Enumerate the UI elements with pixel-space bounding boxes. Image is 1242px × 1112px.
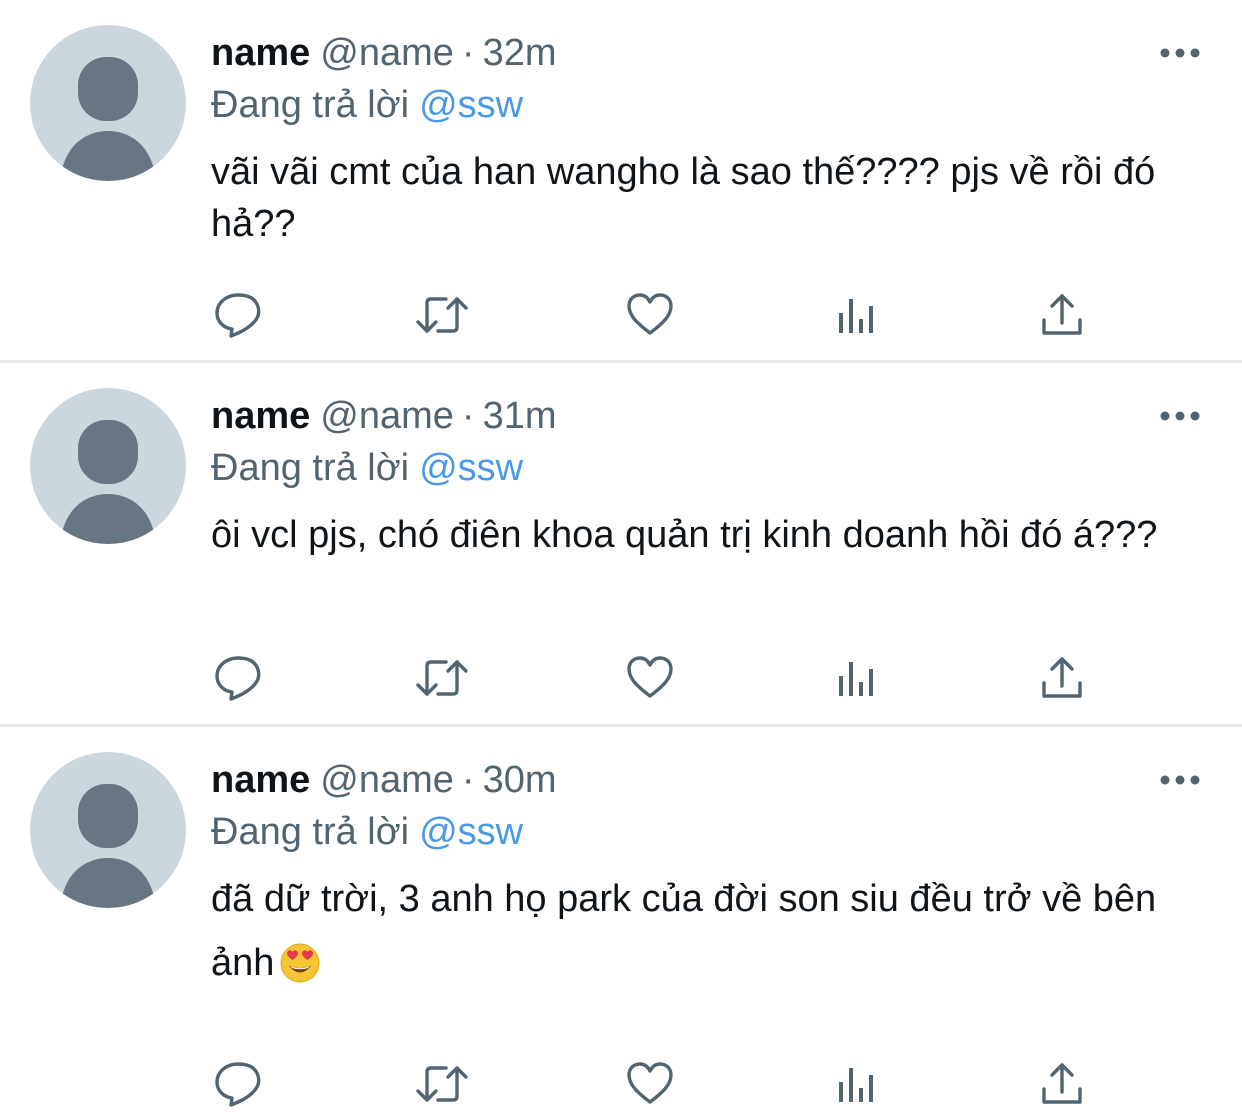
mention-link[interactable]: @ssw <box>419 84 523 126</box>
mention-link[interactable]: @ssw <box>419 811 523 853</box>
views-bar-chart-icon <box>839 662 873 696</box>
share-upload-icon <box>1042 657 1082 698</box>
more-options-button[interactable] <box>1158 765 1202 795</box>
tweet-text-container: đã dữ trời, 3 anh họ park của đời son si… <box>211 867 1201 1003</box>
mention-link[interactable]: @ssw <box>419 447 523 489</box>
tweet-actions <box>210 650 1090 706</box>
replying-to: Đang trả lời @ssw <box>211 80 523 130</box>
share-upload-icon <box>1042 294 1082 335</box>
tweet-text: vãi vãi cmt của han wangho là sao thế???… <box>211 151 1156 245</box>
retweet-button[interactable] <box>414 650 470 706</box>
like-button[interactable] <box>622 650 678 706</box>
avatar[interactable] <box>30 752 186 908</box>
retweet-button[interactable] <box>414 287 470 343</box>
heart-icon <box>627 293 673 335</box>
tweet[interactable]: name @name · 32m Đang trả lời @ssw vãi vãi c… <box>0 0 1242 361</box>
share-button[interactable] <box>1034 287 1090 343</box>
tweet-actions <box>210 287 1090 343</box>
replying-to-label: Đang trả lời <box>211 811 410 853</box>
more-horizontal-icon <box>1160 48 1200 58</box>
retweet-icon <box>416 297 468 333</box>
reply-bubble-icon <box>215 293 261 338</box>
views-bar-chart-icon <box>839 299 873 333</box>
separator-dot: · <box>461 395 475 437</box>
retweet-icon <box>416 660 468 696</box>
user-handle[interactable]: @name <box>320 395 454 437</box>
timestamp[interactable]: 30m <box>483 759 557 801</box>
more-horizontal-icon <box>1160 775 1200 785</box>
replying-to: Đang trả lời @ssw <box>211 807 523 857</box>
reply-button[interactable] <box>210 287 266 343</box>
separator-dot: · <box>461 759 475 801</box>
tweet-header: name @name · 30m <box>211 755 557 805</box>
retweet-icon <box>416 1066 468 1102</box>
display-name[interactable]: name <box>211 32 310 74</box>
default-profile-icon <box>60 57 156 181</box>
more-options-button[interactable] <box>1158 401 1202 431</box>
display-name[interactable]: name <box>211 759 310 801</box>
tweet-text: ôi vcl pjs, chó điên khoa quản trị kinh … <box>211 514 1158 556</box>
timestamp[interactable]: 32m <box>483 32 557 74</box>
timestamp[interactable]: 31m <box>483 395 557 437</box>
tweet[interactable]: name @name · 30m Đang trả lời @ssw đã dữ trờ… <box>0 727 1242 1107</box>
like-button[interactable] <box>622 287 678 343</box>
replying-to-label: Đang trả lời <box>211 447 410 489</box>
share-button[interactable] <box>1034 650 1090 706</box>
heart-eyes-emoji-icon <box>280 939 320 1003</box>
separator-dot: · <box>461 32 475 74</box>
default-profile-icon <box>60 420 156 544</box>
reply-button[interactable] <box>210 650 266 706</box>
reply-bubble-icon <box>215 1062 261 1107</box>
views-bar-chart-icon <box>839 1068 873 1102</box>
more-options-button[interactable] <box>1158 38 1202 68</box>
display-name[interactable]: name <box>211 395 310 437</box>
tweet-header: name @name · 31m <box>211 391 557 441</box>
avatar[interactable] <box>30 388 186 544</box>
heart-icon <box>627 1062 673 1104</box>
tweet-header: name @name · 32m <box>211 28 557 78</box>
user-handle[interactable]: @name <box>320 759 454 801</box>
views-button[interactable] <box>828 287 884 343</box>
reply-bubble-icon <box>215 656 261 701</box>
more-horizontal-icon <box>1160 411 1200 421</box>
tweet[interactable]: name @name · 31m Đang trả lời @ssw ôi vcl pj… <box>0 363 1242 724</box>
user-handle[interactable]: @name <box>320 32 454 74</box>
default-profile-icon <box>60 784 156 908</box>
heart-icon <box>627 656 673 698</box>
avatar[interactable] <box>30 25 186 181</box>
views-button[interactable] <box>828 650 884 706</box>
tweet-text: đã dữ trời, 3 anh họ park của đời son si… <box>211 878 1157 984</box>
share-upload-icon <box>1042 1063 1082 1104</box>
replying-to-label: Đang trả lời <box>211 84 410 126</box>
replying-to: Đang trả lời @ssw <box>211 443 523 493</box>
